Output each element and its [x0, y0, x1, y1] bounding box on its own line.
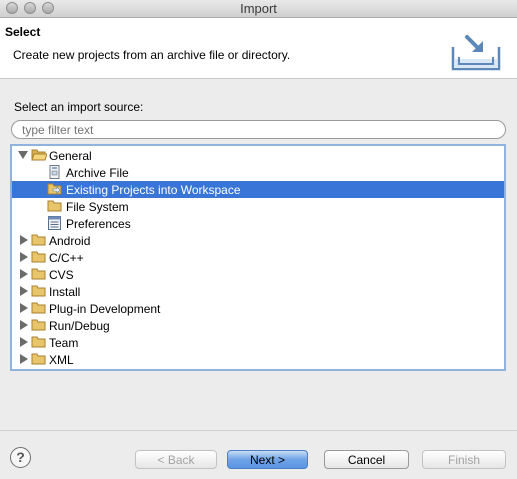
collapsed-arrow-icon[interactable] — [19, 337, 29, 347]
tree-item-plug-in-development[interactable]: Plug-in Development — [12, 300, 504, 317]
window-title: Import — [240, 1, 277, 16]
tree-item-label: Plug-in Development — [49, 302, 161, 316]
tree-item-label: General — [49, 149, 92, 163]
tree-item-team[interactable]: Team — [12, 334, 504, 351]
collapsed-arrow-icon[interactable] — [19, 286, 29, 296]
page-title: Select — [5, 25, 41, 39]
tree-item-label: Preferences — [66, 217, 131, 231]
preferences-icon — [48, 216, 61, 230]
tree-item-label: Archive File — [66, 166, 129, 180]
finish-button[interactable]: Finish — [422, 450, 506, 469]
existing-projects-icon — [47, 183, 62, 195]
collapsed-arrow-icon[interactable] — [19, 235, 29, 245]
tree-item-archive-file[interactable]: Archive File — [12, 164, 504, 181]
folder-icon — [31, 302, 46, 314]
tree-item-file-system[interactable]: File System — [12, 198, 504, 215]
help-button[interactable]: ? — [10, 447, 31, 468]
import-tray-icon — [451, 35, 501, 71]
collapsed-arrow-icon[interactable] — [19, 320, 29, 330]
window-titlebar: Import — [0, 0, 517, 18]
collapsed-arrow-icon[interactable] — [19, 269, 29, 279]
page-description: Create new projects from an archive file… — [13, 48, 291, 62]
collapsed-arrow-icon[interactable] — [19, 354, 29, 364]
import-source-tree[interactable]: General Archive File Existing Projects i… — [10, 144, 506, 371]
folder-icon — [31, 234, 46, 246]
tree-item-label: Install — [49, 285, 81, 299]
archive-file-icon — [49, 165, 60, 179]
folder-icon — [31, 319, 46, 331]
folder-icon — [31, 353, 46, 365]
tree-item-existing-projects[interactable]: Existing Projects into Workspace — [12, 181, 504, 198]
folder-icon — [31, 251, 46, 263]
tree-item-label: File System — [66, 200, 129, 214]
footer-divider — [0, 430, 517, 431]
wizard-header: Select Create new projects from an archi… — [0, 18, 517, 79]
tree-item-cvs[interactable]: CVS — [12, 266, 504, 283]
tree-item-label: Android — [49, 234, 91, 248]
tree-item-run-debug[interactable]: Run/Debug — [12, 317, 504, 334]
tree-item-label: Team — [49, 336, 79, 350]
tree-item-label: Run/Debug — [49, 319, 110, 333]
collapsed-arrow-icon[interactable] — [19, 303, 29, 313]
tree-item-install[interactable]: Install — [12, 283, 504, 300]
tree-item-android[interactable]: Android — [12, 232, 504, 249]
folder-icon — [47, 200, 62, 212]
tree-item-preferences[interactable]: Preferences — [12, 215, 504, 232]
next-button[interactable]: Next > — [227, 450, 308, 469]
folder-icon — [31, 268, 46, 280]
folder-icon — [31, 336, 46, 348]
tree-item-xml[interactable]: XML — [12, 351, 504, 368]
back-button[interactable]: < Back — [135, 450, 217, 469]
import-source-label: Select an import source: — [14, 100, 144, 114]
collapsed-arrow-icon[interactable] — [19, 252, 29, 262]
folder-icon — [31, 285, 46, 297]
tree-item-label: CVS — [49, 268, 74, 282]
folder-open-icon — [31, 149, 47, 161]
tree-item-label: XML — [49, 353, 74, 367]
tree-item-general[interactable]: General — [12, 147, 504, 164]
expanded-arrow-icon[interactable] — [18, 150, 28, 160]
tree-item-label: Existing Projects into Workspace — [66, 183, 241, 197]
cancel-button[interactable]: Cancel — [324, 450, 409, 469]
filter-input[interactable] — [11, 120, 506, 139]
tree-item-label: C/C++ — [49, 251, 84, 265]
tree-item-c-cpp[interactable]: C/C++ — [12, 249, 504, 266]
